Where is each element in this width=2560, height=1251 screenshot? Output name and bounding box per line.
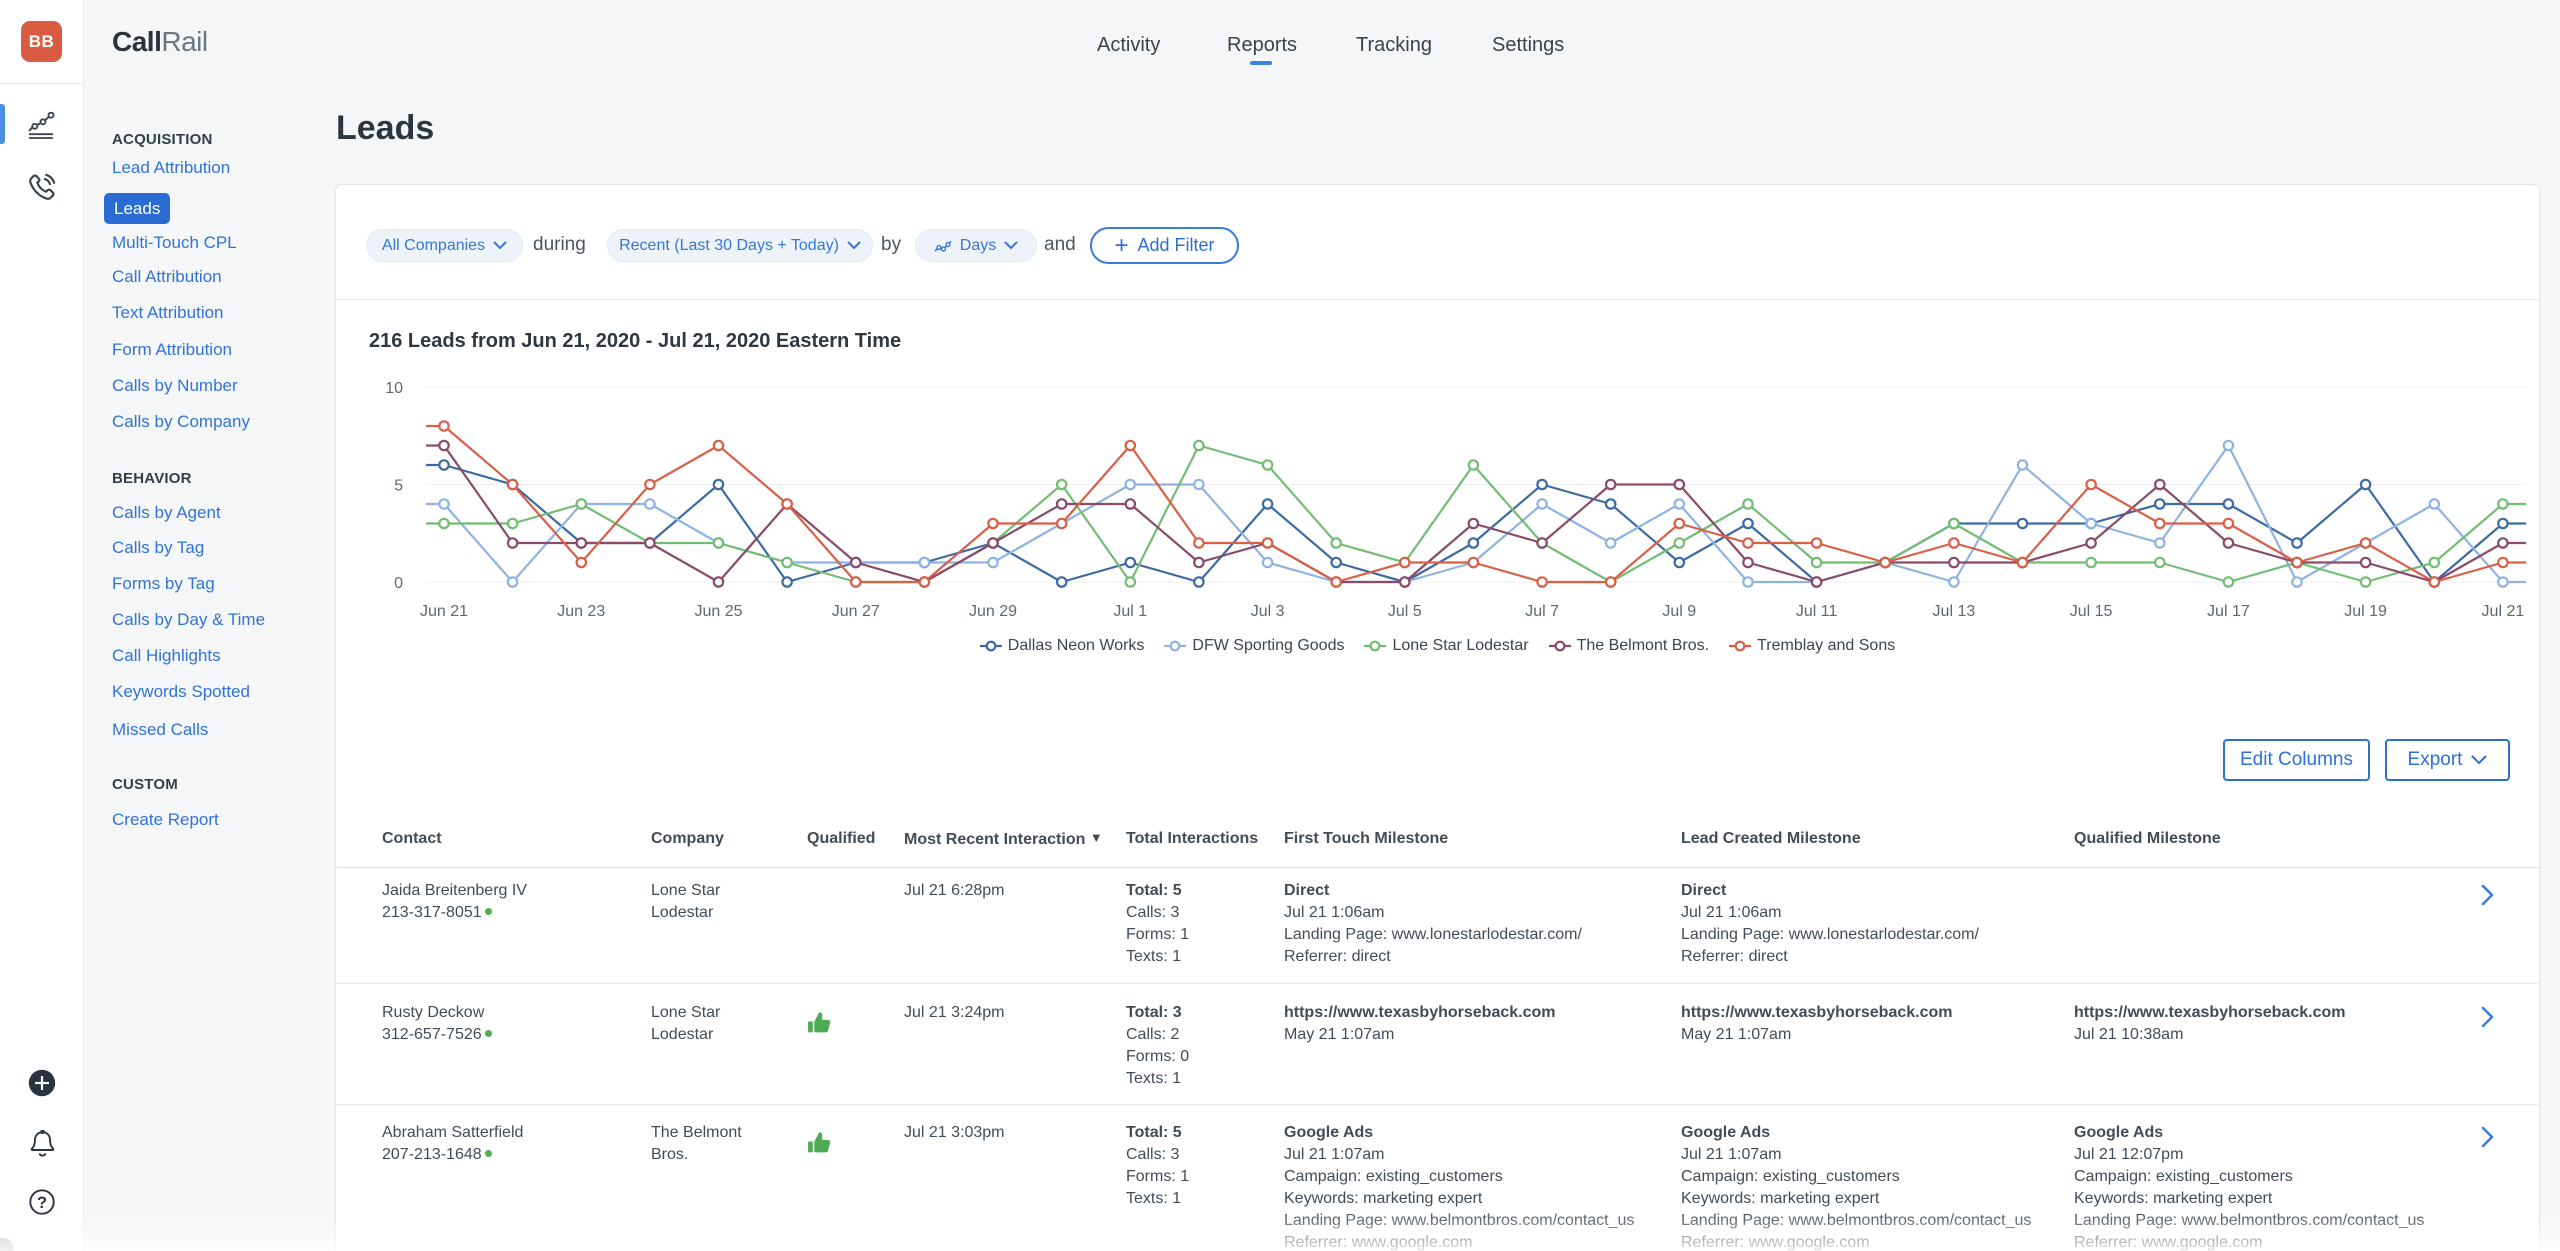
svg-text:Jul 19: Jul 19 [2344, 603, 2387, 620]
svg-text:Jul 15: Jul 15 [2070, 603, 2113, 620]
svg-text:Jul 21: Jul 21 [2482, 603, 2525, 620]
svg-text:Jul 5: Jul 5 [1388, 603, 1422, 620]
svg-text:Jun 21: Jun 21 [420, 603, 468, 620]
svg-text:Jul 1: Jul 1 [1113, 603, 1147, 620]
svg-text:Jul 3: Jul 3 [1251, 603, 1285, 620]
svg-text:5: 5 [394, 478, 403, 495]
svg-text:Jun 23: Jun 23 [557, 603, 605, 620]
svg-text:Jul 7: Jul 7 [1525, 603, 1559, 620]
svg-text:Jun 25: Jun 25 [694, 603, 742, 620]
svg-text:Jun 29: Jun 29 [969, 603, 1017, 620]
svg-text:Jun 27: Jun 27 [832, 603, 880, 620]
svg-text:Jul 11: Jul 11 [1796, 603, 1838, 620]
svg-text:Jul 9: Jul 9 [1662, 603, 1696, 620]
svg-text:?: ? [37, 1194, 47, 1212]
svg-text:10: 10 [385, 380, 403, 397]
svg-text:Jul 13: Jul 13 [1933, 603, 1976, 620]
svg-text:Jul 17: Jul 17 [2207, 603, 2250, 620]
svg-text:0: 0 [394, 575, 403, 592]
